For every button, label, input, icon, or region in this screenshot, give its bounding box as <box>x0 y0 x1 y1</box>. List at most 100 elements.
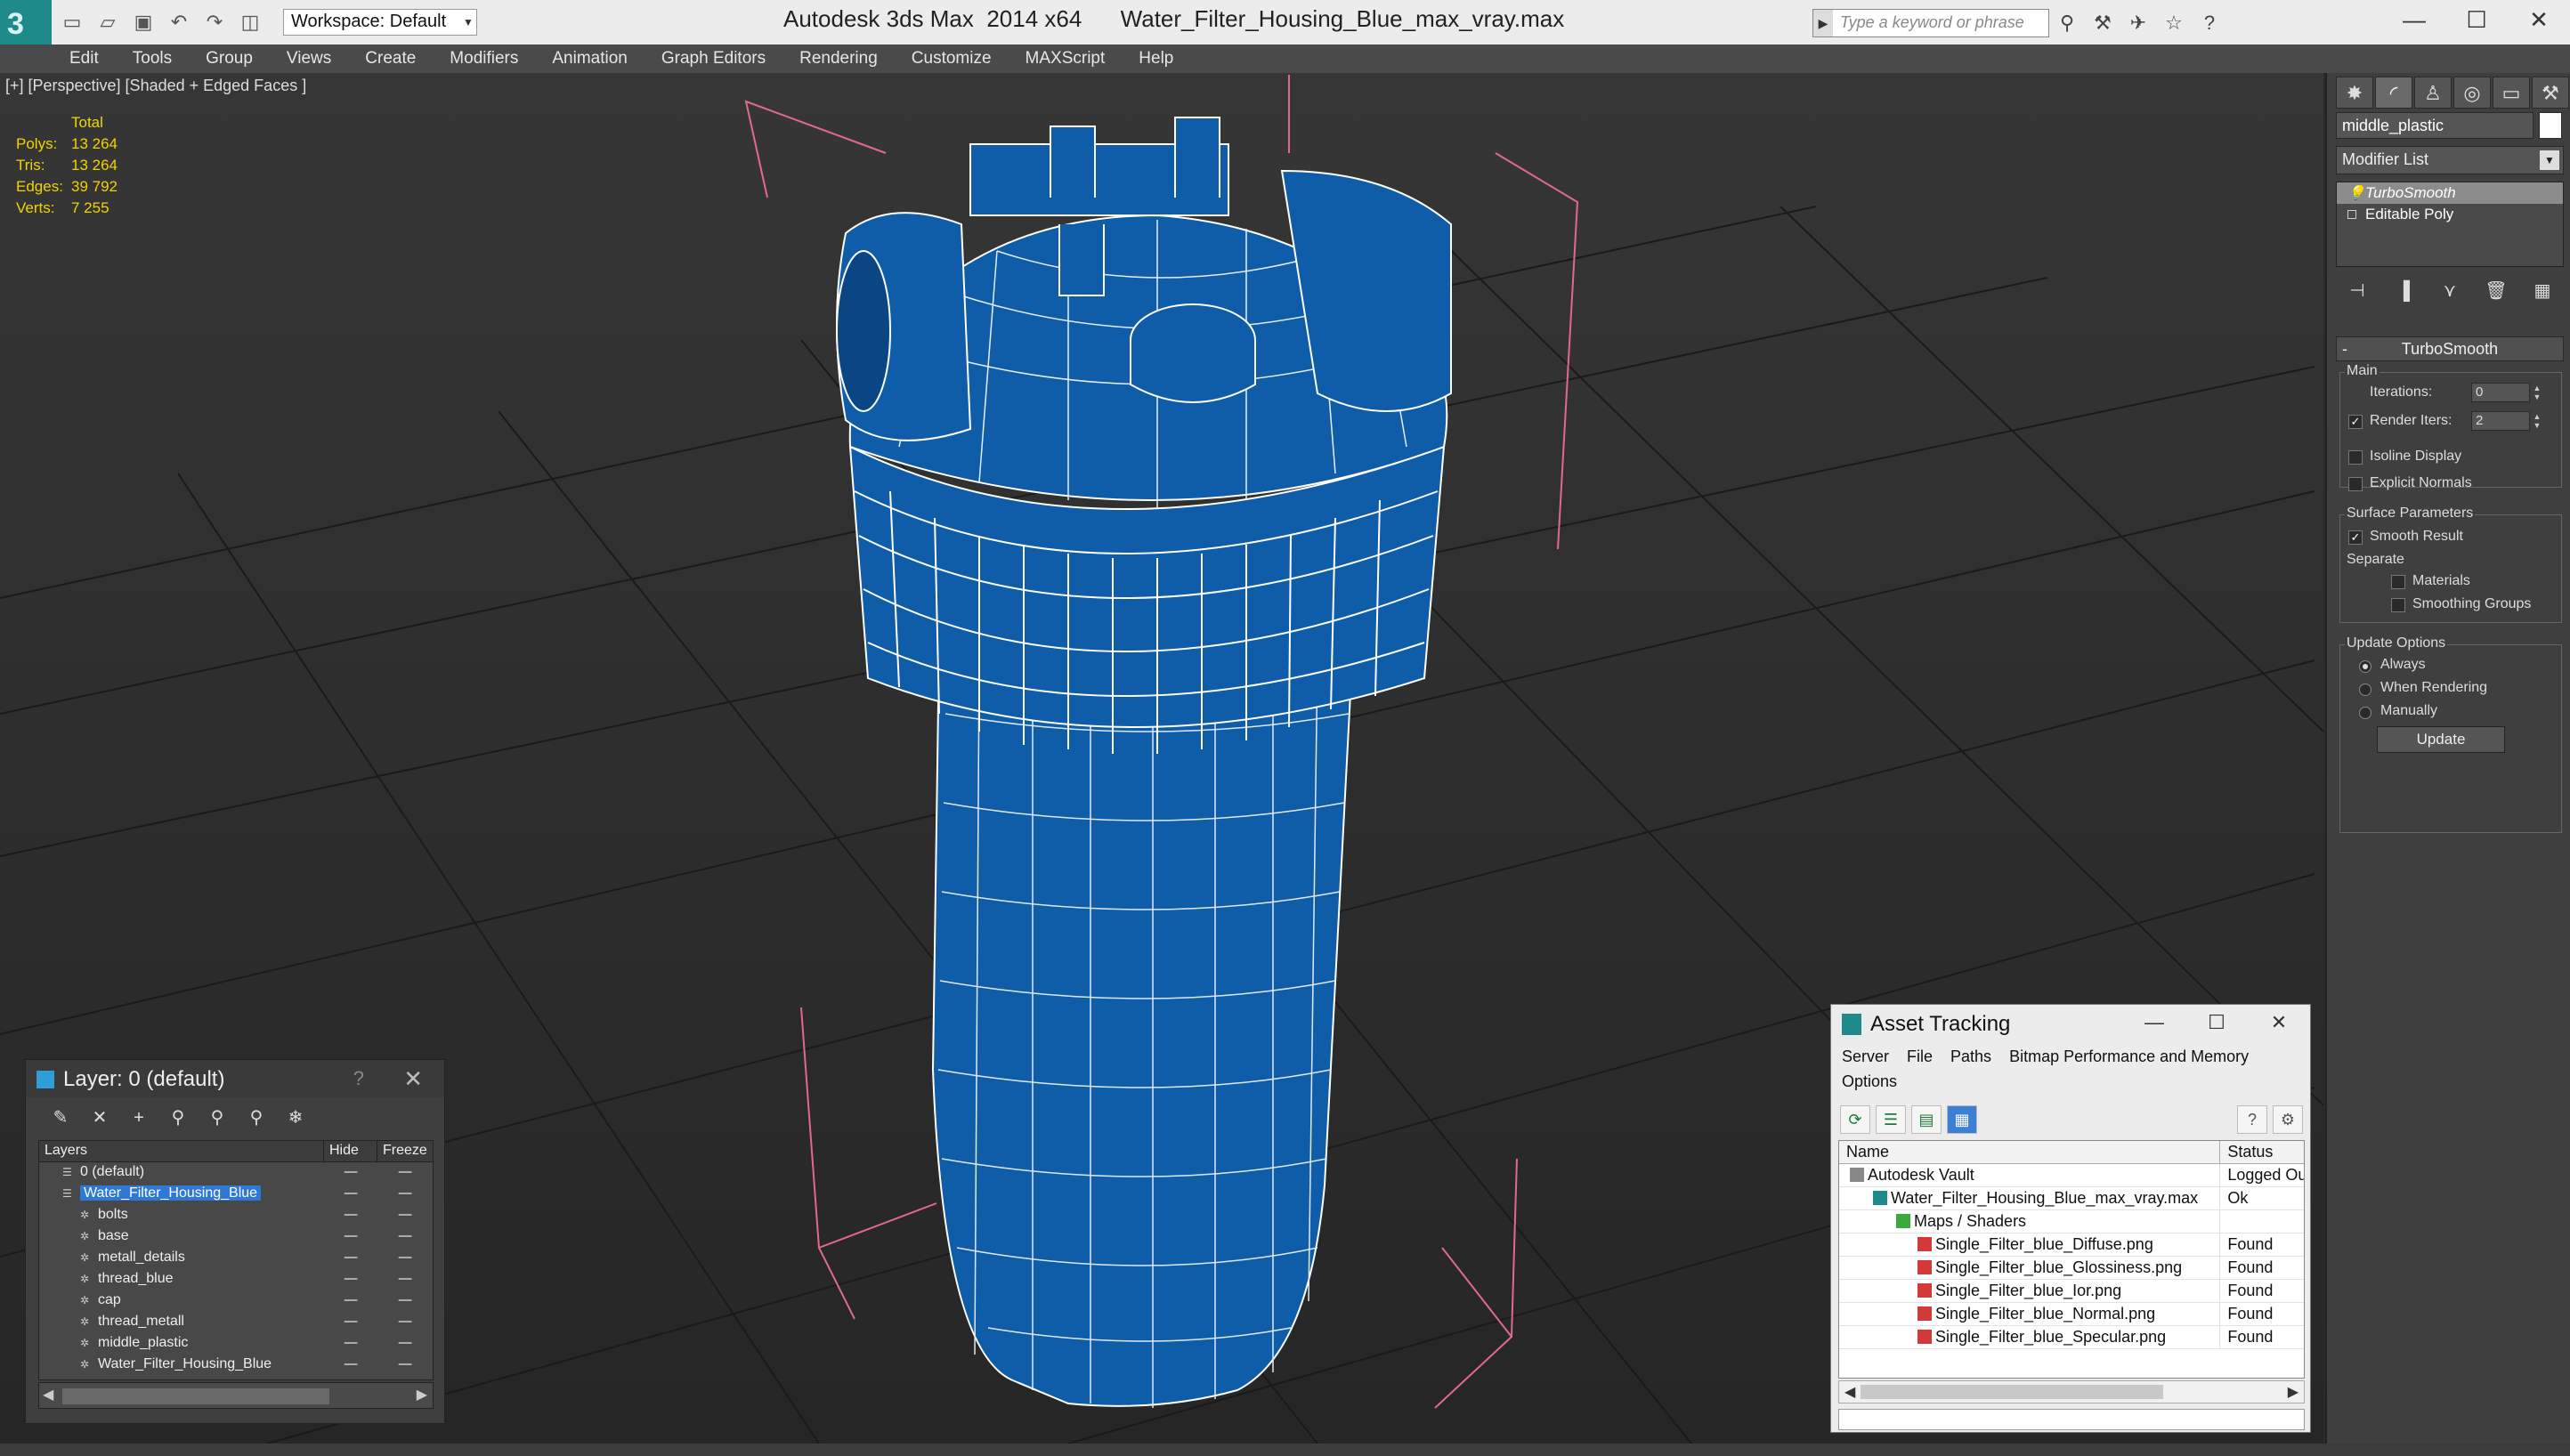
hierarchy-tab-icon[interactable]: ♙ <box>2414 77 2452 109</box>
smoothing-groups-checkbox[interactable] <box>2391 598 2405 612</box>
layer-horizontal-scrollbar[interactable]: ◀ ▶ <box>38 1382 434 1409</box>
water-filter-model[interactable] <box>836 117 1452 1408</box>
new-file-icon[interactable]: ▭ <box>61 11 84 34</box>
close-icon[interactable]: ✕ <box>2508 0 2570 39</box>
display-tab-icon[interactable]: ▭ <box>2493 77 2530 109</box>
spinner-arrows-icon[interactable]: ▲ ▼ <box>2531 412 2543 432</box>
menu-tools[interactable]: Tools <box>133 44 172 73</box>
workspace-dropdown[interactable]: Workspace: Default ▼ <box>283 9 477 36</box>
select-layer-icon[interactable]: ⚲ <box>202 1104 232 1131</box>
menu-group[interactable]: Group <box>206 44 253 73</box>
menu-graph-editors[interactable]: Graph Editors <box>661 44 766 73</box>
freeze-toggle[interactable]: ━━ <box>377 1333 433 1355</box>
modifier-list-dropdown[interactable]: Modifier List ▼ <box>2336 146 2564 174</box>
expand-box-icon[interactable] <box>2347 210 2356 219</box>
render-iters-spinner[interactable]: 2 ▲ ▼ <box>2471 411 2541 431</box>
freeze-toggle[interactable]: ━━ <box>377 1162 433 1184</box>
configure-sets-icon[interactable]: ▦ <box>2526 277 2558 305</box>
expand-arrow-icon[interactable]: ▶ <box>1813 10 1833 36</box>
asset-row[interactable]: Single_Filter_blue_Diffuse.png Found <box>1839 1234 2304 1257</box>
menu-modifiers[interactable]: Modifiers <box>450 44 518 73</box>
object-name-field[interactable]: middle_plastic <box>2336 112 2534 139</box>
menu-options[interactable]: Options <box>1842 1072 1897 1091</box>
delete-layer-icon[interactable]: ✕ <box>85 1104 115 1131</box>
freeze-all-layers-icon[interactable]: ❄ <box>280 1104 311 1131</box>
isoline-display-checkbox[interactable] <box>2348 450 2363 465</box>
list-view-icon[interactable]: ☰ <box>1876 1105 1906 1134</box>
asset-row[interactable]: Single_Filter_blue_Specular.png Found <box>1839 1326 2304 1349</box>
stack-item-turbosmooth[interactable]: 💡 TurboSmooth <box>2337 182 2563 204</box>
column-name[interactable]: Name <box>1839 1141 2221 1163</box>
hide-toggle[interactable]: ━━ <box>324 1226 377 1248</box>
subscription-icon[interactable]: ⚒ <box>2090 11 2115 36</box>
refresh-icon[interactable]: ⟳ <box>1840 1105 1870 1134</box>
binoculars-icon[interactable]: ⚲ <box>2055 11 2080 36</box>
menu-customize[interactable]: Customize <box>912 44 992 73</box>
search-input[interactable]: ▶ Type a keyword or phrase <box>1812 9 2049 37</box>
menu-edit[interactable]: Edit <box>69 44 99 73</box>
hide-toggle[interactable]: ━━ <box>324 1248 377 1269</box>
layer-row[interactable]: ✲ middle_plastic ━━ ━━ <box>39 1333 433 1355</box>
stack-item-editable-poly[interactable]: Editable Poly <box>2337 204 2563 225</box>
always-radio[interactable] <box>2359 660 2371 673</box>
save-file-icon[interactable]: ▣ <box>132 11 155 34</box>
scrollbar-thumb[interactable] <box>62 1388 329 1404</box>
layer-row[interactable]: ☰ Water_Filter_Housing_Blue ━━ ━━ <box>39 1184 433 1205</box>
scrollbar-thumb[interactable] <box>1861 1385 2163 1399</box>
spinner-arrows-icon[interactable]: ▲ ▼ <box>2531 384 2543 403</box>
freeze-toggle[interactable]: ━━ <box>377 1312 433 1333</box>
help-icon[interactable]: ? <box>353 1067 364 1090</box>
layer-row[interactable]: ✲ base ━━ ━━ <box>39 1226 433 1248</box>
freeze-toggle[interactable]: ━━ <box>377 1248 433 1269</box>
asset-row[interactable]: Water_Filter_Housing_Blue_max_vray.max Ok <box>1839 1187 2304 1210</box>
layer-dialog-titlebar[interactable]: Layer: 0 (default) ? ✕ <box>26 1060 444 1097</box>
pin-stack-icon[interactable]: ⊣ <box>2341 277 2373 305</box>
column-layers[interactable]: Layers <box>39 1141 324 1161</box>
favorites-star-icon[interactable]: ☆ <box>2161 11 2186 36</box>
viewport-label[interactable]: [+] [Perspective] [Shaded + Edged Faces … <box>5 77 306 95</box>
smooth-result-checkbox[interactable]: ✓ <box>2348 530 2363 545</box>
hide-toggle[interactable]: ━━ <box>324 1162 377 1184</box>
show-end-result-icon[interactable]: ▐ <box>2388 277 2420 305</box>
add-to-layer-icon[interactable]: + <box>124 1104 154 1131</box>
scroll-left-icon[interactable]: ◀ <box>1844 1383 1855 1401</box>
motion-tab-icon[interactable]: ◎ <box>2453 77 2491 109</box>
layer-row[interactable]: ✲ Water_Filter_Housing_Blue ━━ ━━ <box>39 1355 433 1376</box>
hide-toggle[interactable]: ━━ <box>324 1205 377 1226</box>
menu-paths[interactable]: Paths <box>1950 1048 1991 1066</box>
close-icon[interactable]: ✕ <box>2248 1005 2310 1040</box>
make-unique-icon[interactable]: ⋎ <box>2434 277 2466 305</box>
render-iters-checkbox[interactable]: ✓ <box>2348 415 2363 429</box>
asset-row[interactable]: Autodesk Vault Logged Ou <box>1839 1164 2304 1187</box>
maximize-icon[interactable]: ☐ <box>2185 1005 2248 1040</box>
asset-horizontal-scrollbar[interactable]: ◀ ▶ <box>1838 1380 2305 1403</box>
menu-file[interactable]: File <box>1907 1048 1933 1066</box>
scroll-right-icon[interactable]: ▶ <box>2288 1383 2298 1401</box>
update-button[interactable]: Update <box>2377 726 2505 753</box>
asset-row[interactable]: Single_Filter_blue_Normal.png Found <box>1839 1303 2304 1326</box>
freeze-toggle[interactable]: ━━ <box>377 1205 433 1226</box>
minimize-icon[interactable]: — <box>2383 0 2445 39</box>
help-icon[interactable]: ? <box>2197 11 2222 36</box>
hide-toggle[interactable]: ━━ <box>324 1290 377 1312</box>
remove-modifier-icon[interactable]: 🗑 <box>2480 277 2512 305</box>
scroll-right-icon[interactable]: ▶ <box>417 1386 427 1403</box>
materials-checkbox[interactable] <box>2391 575 2405 589</box>
menu-rendering[interactable]: Rendering <box>799 44 878 73</box>
undo-icon[interactable]: ↶ <box>167 11 191 34</box>
menu-bitmap-performance[interactable]: Bitmap Performance and Memory <box>2009 1048 2249 1066</box>
asset-row[interactable]: Single_Filter_blue_Glossiness.png Found <box>1839 1257 2304 1280</box>
hide-toggle[interactable]: ━━ <box>324 1312 377 1333</box>
asset-row[interactable]: Maps / Shaders <box>1839 1210 2304 1234</box>
layer-row[interactable]: ✲ metall_details ━━ ━━ <box>39 1248 433 1269</box>
freeze-toggle[interactable]: ━━ <box>377 1355 433 1376</box>
layer-row[interactable]: ✲ thread_blue ━━ ━━ <box>39 1269 433 1290</box>
explicit-normals-checkbox[interactable] <box>2348 477 2363 491</box>
column-hide[interactable]: Hide <box>324 1141 377 1161</box>
menu-help[interactable]: Help <box>1139 44 1173 73</box>
communication-icon[interactable]: ✈ <box>2126 11 2151 36</box>
freeze-toggle[interactable]: ━━ <box>377 1184 433 1205</box>
freeze-toggle[interactable]: ━━ <box>377 1269 433 1290</box>
utilities-tab-icon[interactable]: ⚒ <box>2532 77 2569 109</box>
options-icon[interactable]: ⚙ <box>2273 1105 2303 1134</box>
